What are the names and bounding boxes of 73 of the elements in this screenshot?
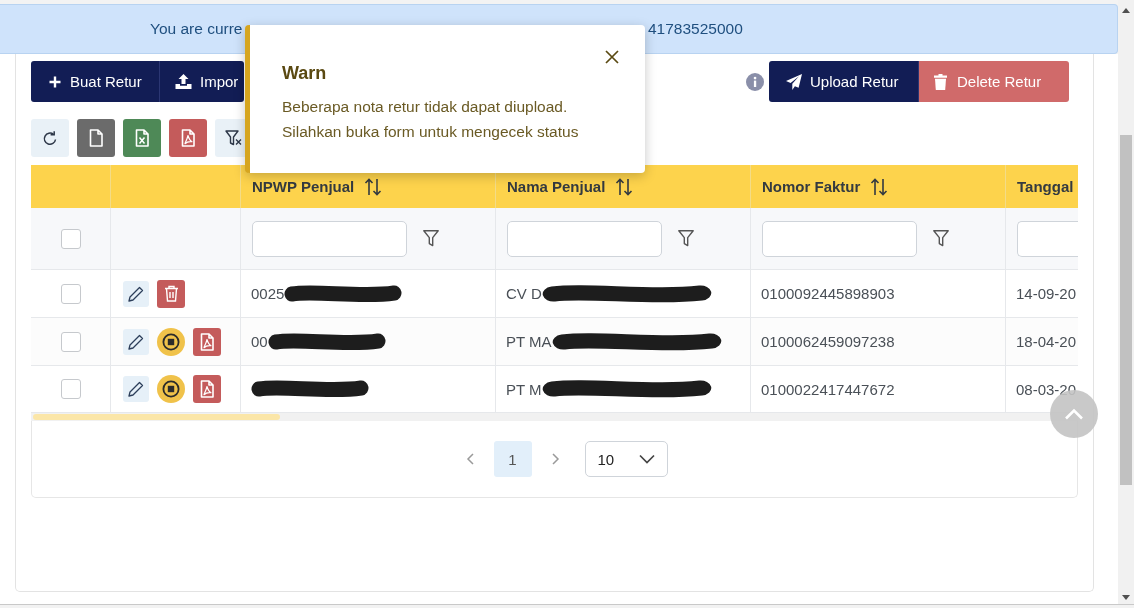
pdf-button[interactable] xyxy=(193,375,221,403)
edit-button[interactable] xyxy=(123,328,149,355)
edit-button[interactable] xyxy=(123,376,149,402)
close-icon[interactable] xyxy=(605,50,619,64)
table-cell: 0100092445898903 xyxy=(761,285,895,302)
clear-filter-icon xyxy=(225,130,243,146)
checkbox[interactable] xyxy=(60,331,81,352)
pencil-icon xyxy=(128,333,144,350)
add-button[interactable]: Buat Retur xyxy=(31,61,160,102)
table-cell: 08-03-20 xyxy=(1016,380,1077,398)
page-button[interactable]: 1 xyxy=(493,441,532,477)
document-button[interactable] xyxy=(77,119,115,157)
table-cell: 0025 xyxy=(251,285,285,302)
refresh-icon xyxy=(42,129,58,147)
paper-plane-icon xyxy=(786,73,802,90)
filter-icon[interactable] xyxy=(933,230,949,247)
upload-button[interactable]: Upload Retur xyxy=(769,61,919,102)
pdf-button[interactable] xyxy=(169,119,207,157)
horizontal-scrollbar-thumb[interactable] xyxy=(33,414,280,420)
pdf-icon xyxy=(200,332,214,351)
checkbox[interactable] xyxy=(60,379,81,399)
column-header: Nomor Faktur xyxy=(762,178,861,195)
scroll-up-icon[interactable] xyxy=(1122,8,1130,13)
checkbox[interactable] xyxy=(60,283,81,304)
pencil-icon xyxy=(128,285,144,302)
edit-button[interactable] xyxy=(123,280,149,307)
chevron-down-icon xyxy=(638,454,655,464)
sort-icon[interactable] xyxy=(870,177,889,196)
table-cell: 00 xyxy=(251,333,268,350)
pdf-icon xyxy=(181,129,195,147)
table-cell: PT MA xyxy=(506,333,552,350)
table-cell: 0100022417447672 xyxy=(761,380,895,398)
filter-input[interactable] xyxy=(252,220,407,257)
column-header: NPWP Penjual xyxy=(252,178,355,195)
table-cell: 14-09-20 xyxy=(1016,285,1077,302)
delete-button[interactable]: Delete Retur xyxy=(919,61,1069,102)
stop-icon[interactable] xyxy=(157,375,185,403)
stop-icon[interactable] xyxy=(157,327,185,356)
filter-input[interactable] xyxy=(507,220,662,257)
page-size-select[interactable]: 10 xyxy=(584,441,668,477)
delete-button[interactable] xyxy=(157,279,185,308)
table-cell: PT M xyxy=(506,380,542,398)
table-cell: 18-04-20 xyxy=(1016,333,1077,350)
pdf-icon xyxy=(200,380,214,398)
spreadsheet-button[interactable] xyxy=(123,119,161,157)
trash-icon xyxy=(163,285,179,302)
filter-icon[interactable] xyxy=(423,230,439,247)
document-icon xyxy=(89,129,103,147)
sort-icon[interactable] xyxy=(615,177,634,196)
upload-icon xyxy=(175,74,192,89)
banner-text: 41783525000 xyxy=(648,20,743,38)
column-header: Nama Penjual xyxy=(507,178,606,195)
plus-icon xyxy=(49,75,61,88)
filter-input[interactable] xyxy=(1017,220,1078,257)
pdf-button[interactable] xyxy=(193,327,221,356)
filter-input[interactable] xyxy=(762,220,917,257)
banner-text: You are curre xyxy=(150,20,243,38)
spreadsheet-icon xyxy=(135,129,149,147)
scroll-down-icon[interactable] xyxy=(1122,595,1130,600)
table-cell: 0100062459097238 xyxy=(761,333,895,350)
table-cell: CV D xyxy=(506,285,542,302)
import-button[interactable]: Impor xyxy=(160,61,244,102)
trash-icon xyxy=(934,73,947,90)
filter-icon[interactable] xyxy=(678,230,694,247)
chevron-up-icon xyxy=(1064,408,1084,420)
toast-title: Warn xyxy=(282,63,327,84)
sort-icon[interactable] xyxy=(364,177,383,196)
pencil-icon xyxy=(128,381,144,397)
checkbox[interactable] xyxy=(60,228,81,249)
column-header: Tanggal xyxy=(1017,178,1074,195)
refresh-button[interactable] xyxy=(31,119,69,157)
toast-message: Beberapa nota retur tidak dapat diupload. Silahkan buka form untuk mengecek status xyxy=(282,97,580,142)
scrollbar-thumb[interactable] xyxy=(1120,135,1132,485)
